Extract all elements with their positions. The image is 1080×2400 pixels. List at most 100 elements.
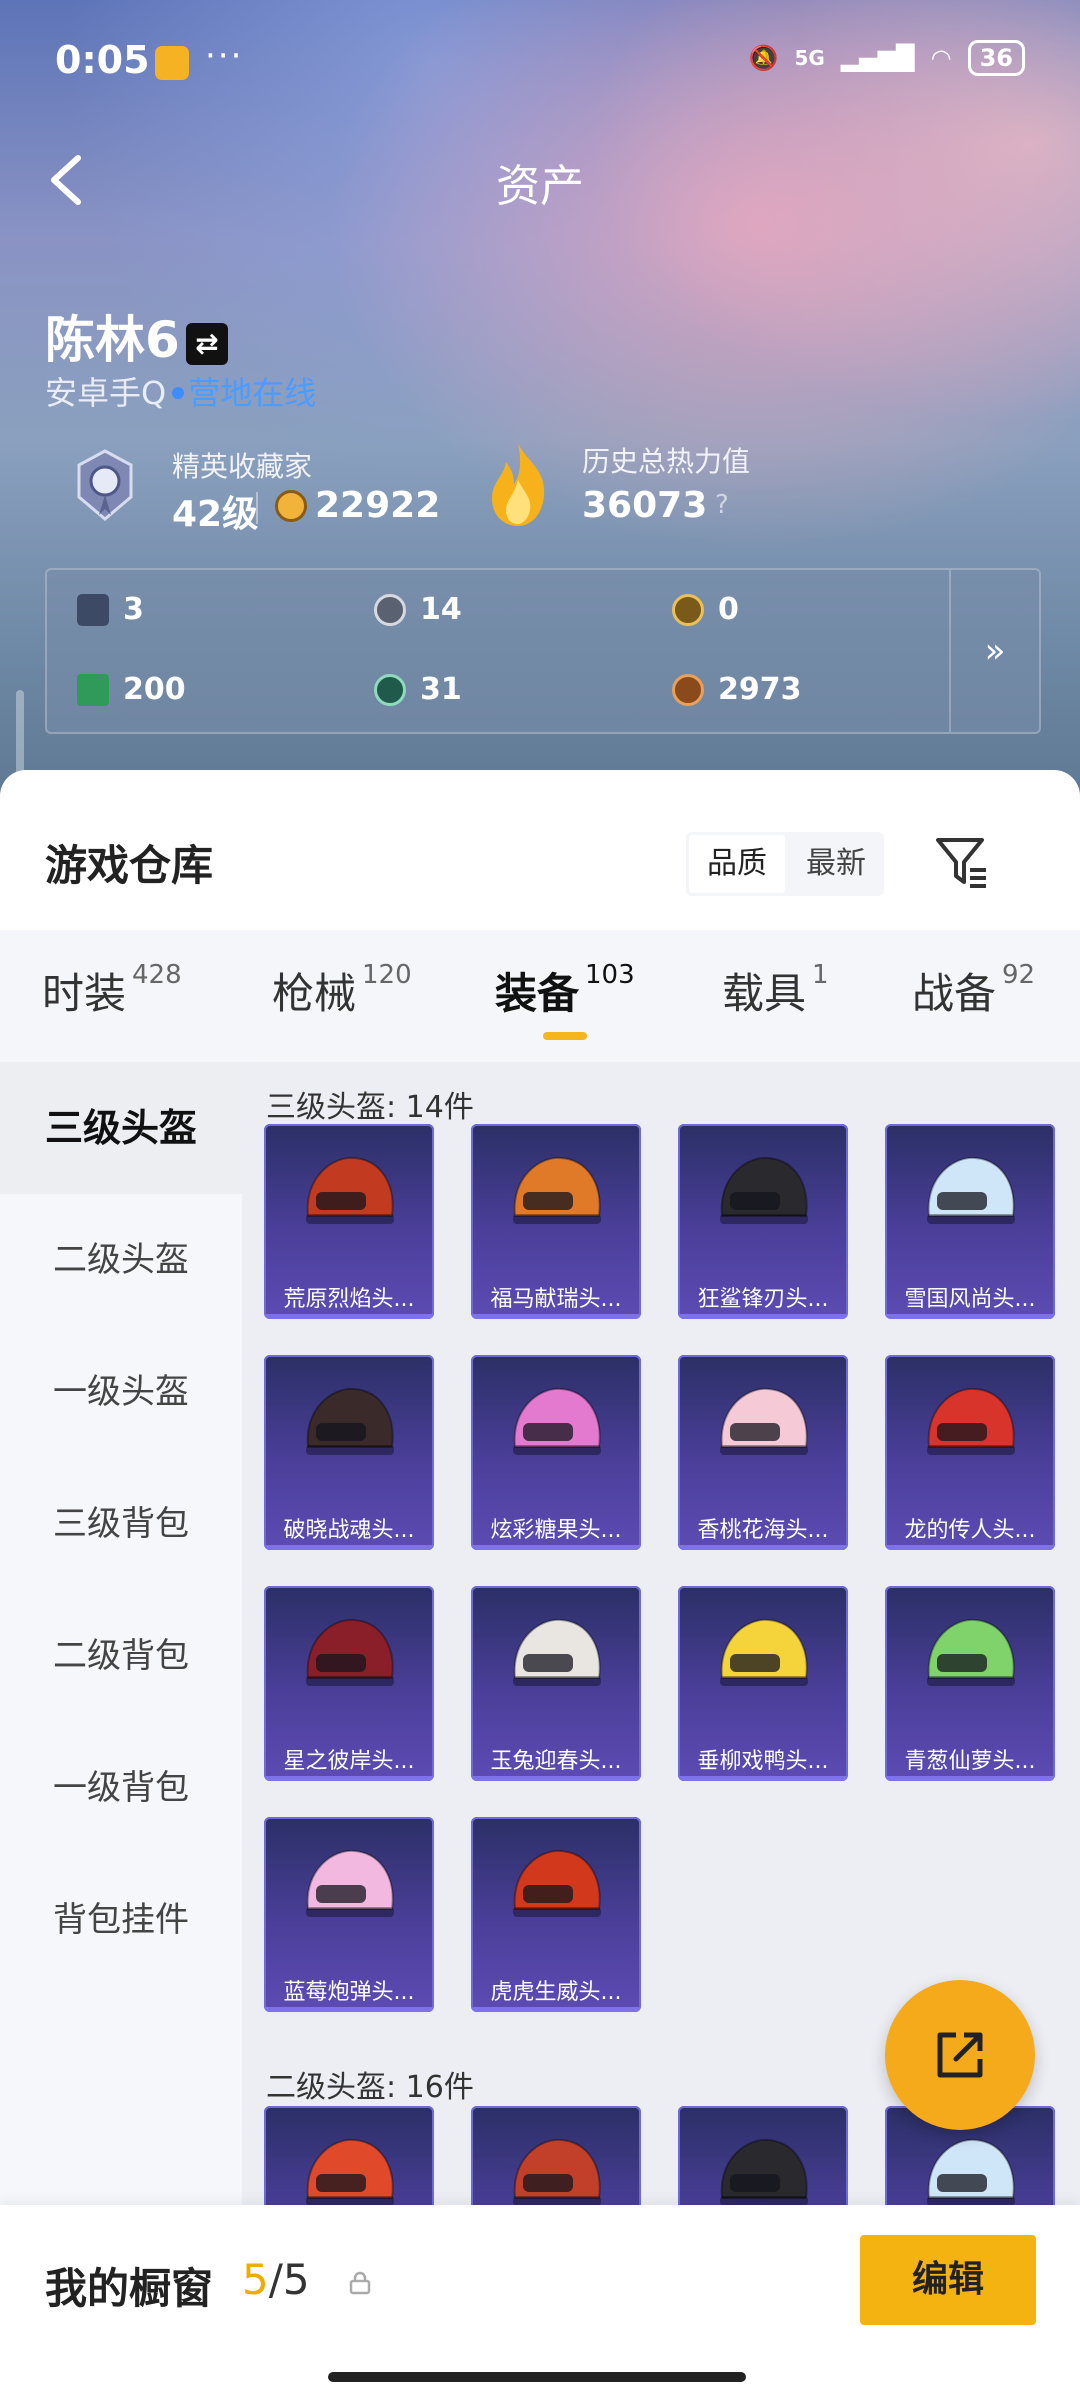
sidebar-item-level2-helmet[interactable]: 二级头盔 [0,1194,242,1326]
collector-badge-icon[interactable] [65,445,145,525]
item-name: 龙的传人头... [904,1518,1036,1543]
sidebar-item-level1-helmet[interactable]: 一级头盔 [0,1326,242,1458]
lock-icon [349,2271,371,2295]
tab-count: 103 [585,960,635,990]
resource-item[interactable]: 3 [77,592,144,627]
tab-label: 装备 [495,969,580,1018]
share-button[interactable] [885,1980,1035,2130]
edit-button[interactable]: 编辑 [860,2235,1036,2325]
tab-count: 92 [1002,960,1036,990]
item-card[interactable]: 青葱仙萝头... [885,1586,1055,1781]
item-card[interactable]: 垂柳戏鸭头... [678,1586,848,1781]
bronze-coin-icon [672,673,704,706]
item-card[interactable]: 雪国风尚头... [885,1124,1055,1319]
home-indicator [328,2372,746,2382]
battery-icon: 36 [967,40,1025,76]
tab-gear[interactable]: 战备 92 [912,960,1035,1021]
sidebar-item-level2-backpack[interactable]: 二级背包 [0,1590,242,1722]
wifi-icon: ◠ [930,44,952,72]
helmet-icon [927,1618,1015,1686]
helmet-icon [306,1387,394,1455]
warehouse-title: 游戏仓库 [45,841,214,890]
help-icon[interactable]: ? [715,490,729,520]
item-name: 虎虎生威头... [490,1980,622,2005]
sort-newest-option[interactable]: 最新 [788,832,884,896]
tab-count: 120 [362,960,412,990]
helmet-icon [306,1618,394,1686]
item-card[interactable]: 香桃花海头... [678,1355,848,1550]
sidebar-item-level3-backpack[interactable]: 三级背包 [0,1458,242,1590]
tab-count: 428 [132,960,182,990]
resource-value: 3 [123,592,144,627]
item-card[interactable]: 狂鲨锋刃头... [678,1124,848,1319]
item-name: 雪国风尚头... [904,1287,1036,1312]
item-name: 炫彩糖果头... [490,1518,622,1543]
showcase-label: 我的橱窗 [45,2264,214,2313]
item-card[interactable]: 荒原烈焰头... [264,1124,434,1319]
coin-value: 22922 [315,485,441,526]
resource-item[interactable]: 200 [77,672,186,707]
resource-value: 14 [420,592,462,627]
item-name: 青葱仙萝头... [904,1749,1036,1774]
page-title: 资产 [496,161,584,212]
mute-icon: 🔕 [748,44,779,72]
item-card[interactable]: 玉兔迎春头... [471,1586,641,1781]
resource-item[interactable]: 31 [374,672,462,707]
online-dot-icon [172,387,185,399]
helmet-icon [927,1156,1015,1224]
silver-coin-icon [374,593,406,626]
resource-panel: 3 14 0 200 31 2973 » [45,568,1041,734]
signal-icon: ▂▄▆█ [840,44,915,72]
sort-quality-option[interactable]: 品质 [689,835,785,893]
item-name: 垂柳戏鸭头... [697,1749,829,1774]
helmet-icon [513,1618,601,1686]
item-card[interactable]: 炫彩糖果头... [471,1355,641,1550]
platform-line: 安卓手Q 营地在线 [45,368,316,414]
tab-equipment[interactable]: 装备 103 [495,960,635,1021]
item-card[interactable]: 蓝莓炮弹头... [264,1817,434,2012]
tab-label: 枪械 [272,969,357,1018]
status-time: 0:05 [55,38,150,82]
item-card[interactable]: 龙的传人头... [885,1355,1055,1550]
showcase-used: 5 [242,2255,269,2304]
sidebar-item-level3-helmet[interactable]: 三级头盔 [0,1062,242,1194]
item-card[interactable]: 星之彼岸头... [264,1586,434,1781]
item-name: 蓝莓炮弹头... [283,1980,415,2005]
resource-value: 31 [420,672,462,707]
sidebar-item-backpack-charm[interactable]: 背包挂件 [0,1854,242,1986]
tab-fashion[interactable]: 时装 428 [42,960,182,1021]
resource-item[interactable]: 14 [374,592,462,627]
gold-coin-icon [672,593,704,626]
item-name: 香桃花海头... [697,1518,829,1543]
helmet-icon [927,1387,1015,1455]
tab-vehicles[interactable]: 载具 1 [722,960,829,1021]
sort-toggle: 品质 最新 [686,832,884,896]
tab-label: 时装 [42,969,127,1018]
player-name: 陈林6 ⇄ [45,300,228,372]
item-card[interactable]: 破晓战魂头... [264,1355,434,1550]
resource-expand-button[interactable]: » [949,570,1039,732]
item-card[interactable]: 福马献瑞头... [471,1124,641,1319]
badge-card-icon [77,593,109,626]
resource-item[interactable]: 0 [672,592,739,627]
platform-text: 安卓手Q [45,374,167,412]
item-name: 玉兔迎春头... [490,1749,622,1774]
item-name: 狂鲨锋刃头... [697,1287,829,1312]
item-name: 星之彼岸头... [283,1749,415,1774]
filter-icon[interactable] [932,832,992,892]
tab-label: 载具 [722,969,807,1018]
collector-level: 42级 [172,494,259,535]
sidebar-item-level1-backpack[interactable]: 一级背包 [0,1722,242,1854]
item-card[interactable]: 虎虎生威头... [471,1817,641,2012]
green-ticket-icon [77,673,109,706]
resource-item[interactable]: 2973 [672,672,802,707]
switch-account-icon[interactable]: ⇄ [185,322,228,365]
tab-weapons[interactable]: 枪械 120 [272,960,412,1021]
active-tab-indicator [543,1032,587,1040]
subcategory-sidebar: 三级头盔 二级头盔 一级头盔 三级背包 二级背包 一级背包 背包挂件 [0,1062,242,2252]
share-icon [937,2032,983,2078]
helmet-icon [720,1387,808,1455]
collector-title: 精英收藏家 [172,450,313,483]
helmet-icon [513,1156,601,1224]
helmet-icon [720,1156,808,1224]
